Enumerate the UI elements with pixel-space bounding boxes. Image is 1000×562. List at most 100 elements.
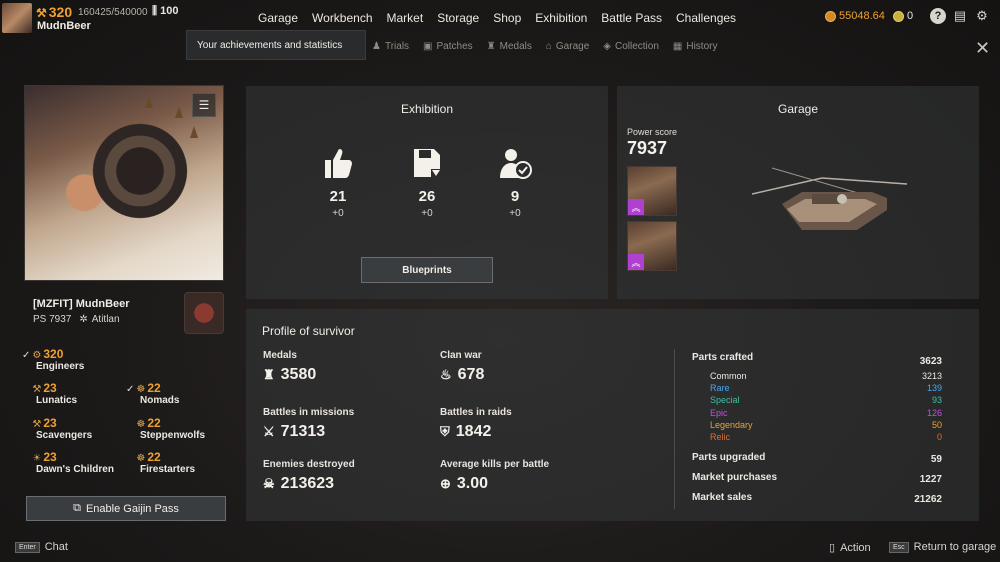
epic-rank-icon: ︽	[628, 254, 644, 270]
nav-battle-pass[interactable]: Battle Pass	[601, 11, 662, 25]
external-link-icon: ⧉	[73, 502, 81, 514]
stat-medals: Medals ♜ 3580	[263, 350, 317, 383]
garage-icon: ⌂	[545, 41, 552, 52]
coin-icon	[825, 10, 836, 22]
kills-icon: ⊕	[440, 476, 451, 491]
faction-steppenwolfs[interactable]: ✓☸22Steppenwolfs	[126, 416, 205, 441]
exhibition-subscribers: 9 +0	[485, 146, 545, 219]
tab-collection[interactable]: ◈ Collection	[603, 41, 659, 52]
enter-key-hint: Enter	[15, 541, 40, 553]
other-currency[interactable]: 0	[893, 10, 913, 22]
rarity-common-row: Common 3213	[710, 371, 942, 381]
epic-rank-icon: ︽	[628, 199, 644, 215]
tab-garage[interactable]: ⌂ Garage	[546, 41, 589, 52]
faction-firestarters[interactable]: ✓☸22Firestarters	[126, 450, 195, 475]
vehicle-thumbnail[interactable]: ︽	[627, 221, 677, 271]
patches-icon: ▣	[423, 41, 433, 52]
esc-key-hint: Esc	[889, 541, 909, 553]
medal-icon: ♜	[263, 367, 275, 382]
region-icon: ✲	[79, 314, 88, 325]
main-nav: Garage Workbench Market Storage Shop Exh…	[258, 11, 750, 25]
divider	[674, 349, 675, 509]
top-tools: ? ▤ ⚙	[930, 8, 990, 24]
enable-gaijin-pass-button[interactable]: ⧉ Enable Gaijin Pass	[26, 496, 226, 521]
check-icon: ✓	[126, 384, 135, 395]
faction-lunatics[interactable]: ✓⚒23Lunatics	[22, 381, 77, 406]
scavengers-icon: ⚒	[32, 419, 42, 430]
action-button[interactable]: ▯ Action	[829, 541, 871, 555]
stat-battles-raids: Battles in raids ⛨ 1842	[440, 407, 512, 440]
clan-badge[interactable]	[184, 292, 224, 334]
exhibition-title: Exhibition	[400, 102, 454, 116]
rank-icon: ⫼	[152, 5, 161, 17]
lunatics-icon: ⚒	[32, 384, 42, 395]
nav-workbench[interactable]: Workbench	[312, 11, 372, 25]
ps-line: PS 7937 ✲ Atitlan	[33, 314, 120, 325]
chat-button[interactable]: Enter Chat	[15, 541, 68, 553]
coins-balance[interactable]: 55048.64	[825, 10, 885, 22]
close-icon[interactable]: ✕	[975, 38, 990, 59]
faction-nomads[interactable]: ✓ ☸ 22 Nomads	[126, 381, 179, 406]
power-score-value: 7937	[627, 138, 668, 158]
level-icon: ⚒	[36, 6, 47, 20]
save-icon	[397, 146, 457, 186]
nomads-icon: ☸	[136, 384, 146, 395]
exhibition-panel: Exhibition 21 +0 26 +0 9 +0 Blueprints	[246, 86, 608, 299]
nav-exhibition[interactable]: Exhibition	[535, 11, 587, 25]
market-purchases-row: Market purchases 1227	[692, 472, 942, 485]
steppenwolfs-icon: ☸	[136, 419, 146, 430]
parts-upgraded-row: Parts upgraded 59	[692, 452, 942, 465]
nav-garage[interactable]: Garage	[258, 11, 298, 25]
vehicle-preview[interactable]	[752, 164, 912, 244]
trials-icon: ♟	[372, 41, 381, 52]
messages-icon[interactable]: ▤	[952, 8, 968, 24]
faction-dawns-children[interactable]: ✓☀23Dawn's Children	[22, 450, 114, 475]
player-rank: ⫼ 100	[152, 5, 179, 17]
nav-market[interactable]: Market	[387, 11, 424, 25]
return-to-garage-button[interactable]: Esc Return to garage	[889, 541, 996, 553]
tab-trials[interactable]: ♟ Trials	[372, 41, 409, 52]
nav-storage[interactable]: Storage	[437, 11, 479, 25]
mouse-icon: ▯	[829, 542, 836, 554]
portrait-spike	[145, 96, 153, 108]
survivor-title: Profile of survivor	[262, 324, 355, 338]
skull-icon: ☠	[263, 476, 275, 491]
tab-history[interactable]: ▦ History	[673, 41, 718, 52]
blueprints-button[interactable]: Blueprints	[361, 257, 493, 283]
vehicle-thumbnail[interactable]: ︽	[627, 166, 677, 216]
stat-battles-missions: Battles in missions ⚔ 71313	[263, 407, 355, 440]
portrait-menu-icon[interactable]: ☰	[192, 93, 216, 117]
settings-icon[interactable]: ⚙	[974, 8, 990, 24]
player-avatar[interactable]	[2, 3, 32, 33]
thumbs-up-icon	[308, 146, 368, 186]
garage-panel: Garage Power score 7937 ︽ ︽	[617, 86, 979, 299]
market-sales-row: Market sales 21262	[692, 492, 942, 505]
faction-engineers[interactable]: ✓ ⚙ 320 Engineers	[22, 347, 84, 372]
rarity-relic-row: Relic 0	[710, 432, 942, 442]
sub-nav: ♟ Trials ▣ Patches ♜ Medals ⌂ Garage ◈ Collec…	[372, 41, 731, 52]
rarity-epic-row: Epic 126	[710, 408, 942, 418]
check-icon: ✓	[22, 350, 31, 361]
rarity-legendary-row: Legendary 50	[710, 420, 942, 430]
history-icon: ▦	[672, 41, 683, 52]
portrait-mask	[85, 116, 195, 226]
faction-scavengers[interactable]: ✓⚒23Scavengers	[22, 416, 92, 441]
user-check-icon	[485, 146, 545, 186]
help-icon[interactable]: ?	[930, 8, 946, 24]
rarity-rare-row: Rare 139	[710, 383, 942, 393]
tab-patches[interactable]: ▣ Patches	[423, 41, 473, 52]
power-score-label: Power score	[627, 127, 678, 137]
collection-icon: ◈	[603, 41, 611, 52]
player-level: ⚒ 320	[36, 4, 73, 20]
nav-shop[interactable]: Shop	[493, 11, 521, 25]
flame-icon: ♨	[440, 367, 452, 382]
engineers-icon: ⚙	[32, 350, 42, 361]
nav-challenges[interactable]: Challenges	[676, 11, 736, 25]
tab-medals[interactable]: ♜ Medals	[487, 41, 532, 52]
player-xp: 160425/540000	[78, 7, 148, 18]
currency-icon	[893, 10, 904, 22]
player-name[interactable]: MudnBeer	[37, 20, 91, 32]
clan-name: [MZFIT] MudnBeer	[33, 298, 130, 310]
portrait-spike	[175, 106, 183, 118]
rarity-special-row: Special 93	[710, 395, 942, 405]
